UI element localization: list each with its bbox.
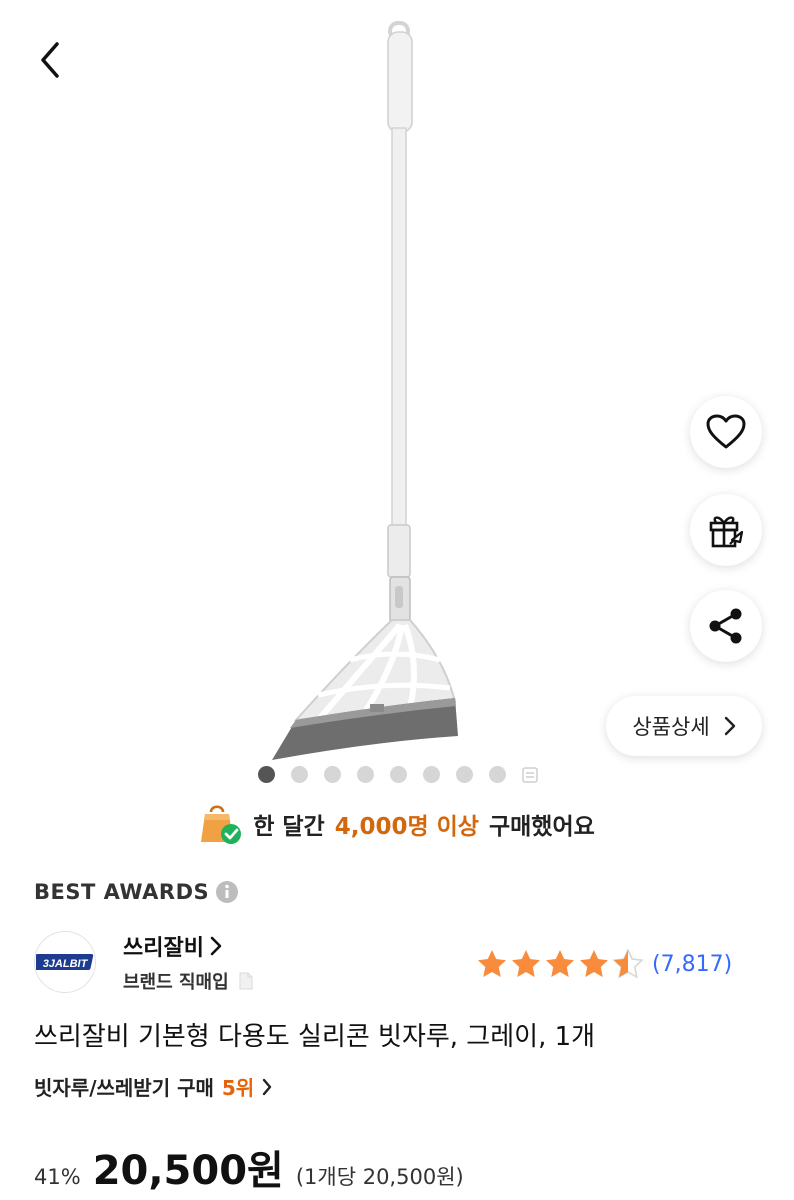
star-full-icon	[546, 950, 574, 977]
star-full-icon	[580, 950, 608, 977]
carousel-dot[interactable]	[489, 766, 506, 783]
video-thumbnail-icon[interactable]	[522, 766, 538, 783]
carousel-dot[interactable]	[291, 766, 308, 783]
image-carousel-indicator	[258, 766, 538, 783]
best-awards-label: BEST AWARDS	[34, 880, 210, 904]
shopping-bag-check-icon	[201, 805, 242, 844]
carousel-dot[interactable]	[423, 766, 440, 783]
chevron-right-icon	[210, 936, 222, 956]
carousel-dot[interactable]	[324, 766, 341, 783]
purchase-banner-suffix: 구매했어요	[488, 814, 595, 840]
heart-icon	[706, 414, 746, 449]
brand-direct-purchase: 브랜드 직매입	[123, 968, 253, 994]
back-button[interactable]	[28, 38, 72, 82]
review-count[interactable]: (7,817)	[652, 952, 732, 977]
brand-logo-image: 3JALBIT	[36, 954, 94, 970]
gift-button[interactable]	[690, 494, 762, 566]
rank-category: 빗자루/쓰레받기 구매	[34, 1076, 214, 1100]
star-half-icon	[612, 948, 644, 979]
carousel-dot[interactable]	[258, 766, 275, 783]
star-full-icon	[478, 950, 506, 977]
rank-value: 5위	[221, 1076, 255, 1100]
product-detail-button[interactable]: 상품상세	[606, 696, 762, 756]
share-icon	[709, 608, 742, 644]
brand-logo[interactable]: 3JALBIT	[34, 931, 96, 993]
price-section: 41% 20,500원 (1개당 20,500원)	[34, 1138, 464, 1196]
product-image[interactable]	[200, 20, 520, 770]
chevron-right-icon	[724, 716, 735, 736]
chevron-right-icon	[263, 1078, 272, 1095]
info-icon[interactable]	[215, 880, 239, 904]
brand-name: 쓰리잘비	[123, 936, 204, 961]
brand-name-link[interactable]: 쓰리잘비	[123, 930, 222, 962]
best-awards: BEST AWARDS	[34, 880, 239, 904]
carousel-dot[interactable]	[357, 766, 374, 783]
purchase-banner-highlight: 4,000명 이상	[334, 814, 479, 840]
share-button[interactable]	[690, 590, 762, 662]
discount-rate: 41%	[34, 1165, 81, 1189]
chevron-left-icon	[41, 42, 59, 78]
purchase-banner-prefix: 한 달간	[253, 814, 325, 840]
carousel-dot[interactable]	[456, 766, 473, 783]
wishlist-button[interactable]	[690, 396, 762, 468]
rating[interactable]: (7,817)	[476, 948, 732, 980]
carousel-dot[interactable]	[390, 766, 407, 783]
document-icon	[239, 972, 253, 990]
svg-text:3JALBIT: 3JALBIT	[43, 958, 89, 970]
purchase-count-banner: 한 달간 4,000명 이상 구매했어요	[0, 802, 794, 846]
unit-price: (1개당 20,500원)	[295, 1165, 464, 1189]
product-title: 쓰리잘비 기본형 다용도 실리콘 빗자루, 그레이, 1개	[34, 1022, 596, 1052]
sale-price: 20,500원	[92, 1148, 284, 1194]
gift-icon	[709, 516, 744, 548]
star-full-icon	[512, 950, 540, 977]
product-detail-label: 상품상세	[632, 715, 710, 739]
category-rank-link[interactable]: 빗자루/쓰레받기 구매 5위	[34, 1072, 272, 1101]
brand-sub-label: 브랜드 직매입	[123, 972, 229, 993]
